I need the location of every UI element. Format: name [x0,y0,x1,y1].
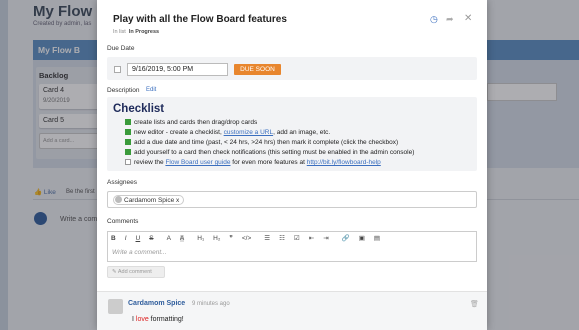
numbered-list-icon[interactable]: ☷ [279,234,285,242]
checklist-item: new editor - create a checklist, customi… [125,129,330,136]
image-icon[interactable]: ▣ [359,234,365,242]
comment-author[interactable]: Cardamom Spice [128,300,185,307]
list-status[interactable]: In Progress [129,29,159,35]
customize-url-link[interactable]: customize a URL [224,129,274,136]
unchecked-box-icon[interactable] [125,159,131,165]
add-comment-button[interactable]: ✎ Add comment [107,266,165,278]
editor-toolbar: B I U S A A H₁ H₂ ❞ </> ☰ ☷ ☑ ⇤ ⇥ 🔗 ▣ ▤ [111,234,389,242]
in-list-label: In list [113,29,126,35]
checked-box-icon[interactable] [125,129,131,135]
underline-icon[interactable]: U [136,235,141,242]
italic-icon[interactable]: I [125,235,127,242]
comment-icon: ✎ [112,269,117,275]
comment-entry [97,291,487,330]
checked-box-icon[interactable] [125,139,131,145]
help-url-link[interactable]: http://bit.ly/flowboard-help [307,159,381,166]
code-icon[interactable]: </> [242,235,251,242]
description-edit-link[interactable]: Edit [146,87,156,93]
checklist-item: add yourself to a card then check notifi… [125,149,414,156]
table-icon[interactable]: ▤ [374,234,380,242]
due-date-label: Due Date [107,45,135,52]
quote-icon[interactable]: ❞ [229,234,233,242]
checklist-item-text: add a due date and time (past, < 24 hrs,… [134,139,399,146]
heading1-icon[interactable]: H₁ [197,235,204,242]
due-date-input[interactable]: 9/16/2019, 5:00 PM [127,63,228,76]
bold-icon[interactable]: B [111,235,116,242]
outdent-icon[interactable]: ⇤ [309,234,314,242]
description-label: Description [107,87,140,94]
checklist-item-text: review the [134,159,166,166]
comment-timestamp: 9 minutes ago [192,301,230,307]
clock-icon[interactable]: ◷ [430,14,438,25]
user-guide-link[interactable]: Flow Board user guide [165,159,230,166]
highlight-icon[interactable]: A [179,235,185,242]
strikethrough-icon[interactable]: S [149,235,153,242]
close-icon[interactable]: ✕ [464,13,472,24]
assignee-chip[interactable]: Cardamom Spice x [113,195,185,205]
trash-icon[interactable]: 🗑 [470,300,479,308]
checklist-item-text: create lists and cards then drag/drop ca… [134,119,258,126]
checked-box-icon[interactable] [125,149,131,155]
comment-text: I love formatting! [132,316,184,323]
add-comment-label: Add comment [117,269,152,275]
checklist-item-text: for even more features at [230,159,307,166]
assignees-label: Assignees [107,179,137,186]
bullet-list-icon[interactable]: ☰ [264,234,270,242]
checklist-item-text: add yourself to a card then check notifi… [134,149,415,156]
checklist-item: add a due date and time (past, < 24 hrs,… [125,139,398,146]
avatar [115,196,122,203]
remove-assignee-icon[interactable]: x [176,197,179,204]
checked-box-icon[interactable] [125,119,131,125]
card-detail-modal: Play with all the Flow Board features In… [97,0,487,330]
assignee-name: Cardamom Spice [124,197,175,204]
text-color-icon[interactable]: A [167,235,171,242]
checklist-item-text: new editor - create a checklist, [134,129,224,136]
checklist-heading: Checklist [113,103,165,115]
indent-icon[interactable]: ⇥ [323,234,328,242]
due-soon-badge: DUE SOON [234,64,281,75]
link-icon[interactable]: 🔗 [342,234,350,242]
due-complete-checkbox[interactable] [114,66,121,73]
card-title[interactable]: Play with all the Flow Board features [113,14,287,25]
checklist-item: create lists and cards then drag/drop ca… [125,119,257,126]
checklist-item-text: , add an image, etc. [273,129,331,136]
comments-label: Comments [107,218,139,225]
card-list-info: In list In Progress [113,29,159,35]
checklist-icon[interactable]: ☑ [294,234,300,242]
heading2-icon[interactable]: H₂ [213,235,220,242]
share-icon[interactable]: ➦ [446,14,454,25]
checklist-item: review the Flow Board user guide for eve… [125,159,381,166]
avatar [108,299,123,314]
comment-input[interactable]: Write a comment... [112,249,167,256]
